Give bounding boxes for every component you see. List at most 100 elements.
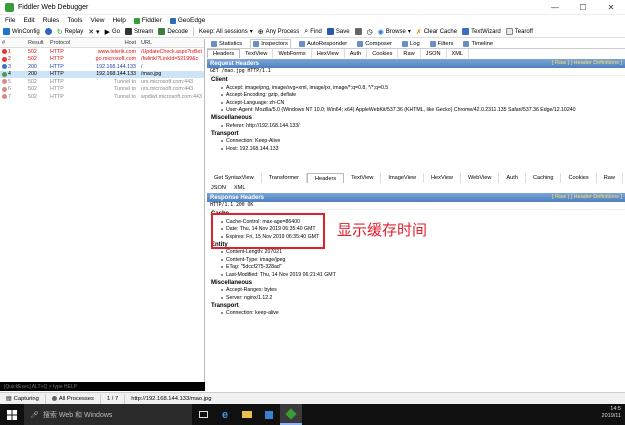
response-tab-auth[interactable]: Auth: [499, 173, 526, 183]
tab-filters[interactable]: Filters: [428, 39, 456, 48]
remove-button[interactable]: ✕ ▾: [88, 28, 99, 36]
response-tab-imageview[interactable]: ImageView: [381, 173, 424, 183]
header-entry[interactable]: User-Agent: Mozilla/5.0 (Windows NT 10.0…: [207, 107, 625, 115]
session-row[interactable]: 3 200 HTTP 192.168.144.133 /: [0, 63, 204, 71]
quickexec-input[interactable]: [QuickExec] ALT+Q > type HELP: [0, 382, 205, 391]
replay-button[interactable]: ↻ Replay: [57, 28, 84, 36]
session-row[interactable]: 6 502 HTTP Tunnel to urs.microsoft.com:443: [0, 86, 204, 94]
tab-log[interactable]: Log: [400, 39, 422, 48]
header-entry[interactable]: Connection: Keep-Alive: [207, 138, 625, 146]
header-entry[interactable]: Accept: image/png, image/svg+xml, image/…: [207, 84, 625, 92]
store-icon[interactable]: [258, 404, 280, 425]
session-row[interactable]: 1 502 HTTP www.telerik.com/UpdateCheck.aspx…: [0, 48, 204, 56]
capturing-toggle[interactable]: ▤ Capturing: [0, 393, 46, 404]
request-tab-auth[interactable]: Auth: [345, 49, 368, 58]
save-button[interactable]: Save: [326, 28, 350, 35]
response-tab-transformer[interactable]: Transformer: [262, 173, 307, 183]
menu-file[interactable]: File: [5, 17, 15, 24]
decode-button[interactable]: Decode: [158, 28, 188, 35]
close-button[interactable]: ✕: [597, 0, 625, 15]
request-tab-hexview[interactable]: HexView: [312, 49, 345, 58]
header-group-miscellaneous[interactable]: Miscellaneous: [207, 114, 625, 122]
tab-timeline[interactable]: Timeline: [461, 39, 495, 48]
menu-rules[interactable]: Rules: [43, 17, 60, 24]
response-tab-json[interactable]: JSON: [207, 183, 230, 192]
header-entry[interactable]: Content-Length: 207021: [207, 249, 625, 257]
response-header-links[interactable]: [ Raw ] [ Header Definitions ]: [552, 194, 622, 200]
textwizard-button[interactable]: TextWizard: [462, 28, 501, 35]
response-tab-raw[interactable]: Raw: [597, 173, 623, 183]
request-tab-textview[interactable]: TextView: [240, 49, 274, 58]
tab-composer[interactable]: Composer: [355, 39, 394, 48]
session-row[interactable]: 4 200 HTTP 192.168.144.133/mao.jpg: [0, 70, 204, 78]
menu-tools[interactable]: Tools: [67, 17, 82, 24]
column-header-result[interactable]: Result: [20, 40, 44, 46]
keep-sessions-dropdown[interactable]: Keep: All sessions ▾: [199, 28, 253, 36]
header-group-transport[interactable]: Transport: [207, 130, 625, 138]
menu-help[interactable]: Help: [112, 17, 125, 24]
header-entry[interactable]: Host: 192.168.144.133: [207, 145, 625, 153]
header-entry[interactable]: Accept-Encoding: gzip, deflate: [207, 92, 625, 100]
taskbar-search[interactable]: 🎤︎ 搜索 Web 和 Windows: [24, 404, 192, 425]
response-tab-webview[interactable]: WebView: [461, 173, 500, 183]
browse-button[interactable]: ◉ Browse ▾: [378, 28, 411, 36]
response-tab-caching[interactable]: Caching: [526, 173, 562, 183]
session-row[interactable]: 5 502 HTTP Tunnel to urs.microsoft.com:443: [0, 78, 204, 86]
header-entry[interactable]: Accept-Language: zh-CN: [207, 99, 625, 107]
header-entry[interactable]: Content-Type: image/jpeg: [207, 256, 625, 264]
menu-geoedge[interactable]: GeoEdge: [169, 17, 205, 24]
response-tab-cookies[interactable]: Cookies: [561, 173, 597, 183]
any-process-button[interactable]: ⊕ Any Process: [258, 28, 300, 36]
header-entry[interactable]: Accept-Ranges: bytes: [207, 287, 625, 295]
file-explorer-icon[interactable]: [236, 404, 258, 425]
tab-inspectors[interactable]: Inspectors: [250, 39, 291, 48]
header-entry[interactable]: ETag: "5dccf275-328ad": [207, 264, 625, 272]
request-tab-webforms[interactable]: WebForms: [273, 49, 312, 58]
minimize-button[interactable]: —: [541, 0, 569, 15]
request-tab-headers[interactable]: Headers: [207, 49, 241, 58]
comment-button[interactable]: [44, 28, 52, 35]
response-tab-hexview[interactable]: HexView: [424, 173, 461, 183]
header-entry[interactable]: Last-Modified: Thu, 14 Nov 2019 06:21:41…: [207, 271, 625, 279]
request-tab-cookies[interactable]: Cookies: [367, 49, 399, 58]
response-tab-headers[interactable]: Headers: [306, 173, 345, 183]
response-tab-xml[interactable]: XML: [230, 183, 250, 192]
process-filter[interactable]: All Processes: [46, 393, 101, 404]
header-entry[interactable]: Referer: http://192.168.144.133/: [207, 122, 625, 130]
session-row[interactable]: 7 502 HTTP Tunnel to wpdiwt.microsoft.com:44…: [0, 93, 204, 101]
menu-fiddler[interactable]: Fiddler: [133, 17, 162, 24]
start-button[interactable]: [0, 404, 24, 425]
screenshot-button[interactable]: [354, 28, 362, 35]
header-group-miscellaneous[interactable]: Miscellaneous: [207, 279, 625, 287]
column-header-url[interactable]: URL: [138, 40, 204, 46]
clear-cache-button[interactable]: ✗ Clear Cache: [416, 28, 457, 36]
request-tab-json[interactable]: JSON: [421, 49, 447, 58]
header-entry[interactable]: Connection: keep-alive: [207, 310, 625, 318]
session-row[interactable]: 2 502 HTTP go.microsoft.com/fwlink/?LinkId=…: [0, 56, 204, 64]
column-header-protocol[interactable]: Protocol: [44, 40, 82, 46]
winconfig-button[interactable]: WinConfig: [3, 28, 40, 35]
task-view-icon[interactable]: [192, 404, 214, 425]
header-group-transport[interactable]: Transport: [207, 302, 625, 310]
column-header-host[interactable]: Host: [82, 40, 138, 46]
maximize-button[interactable]: ☐: [569, 0, 597, 15]
header-group-client[interactable]: Client: [207, 76, 625, 84]
go-button[interactable]: ▶ Go: [105, 28, 120, 36]
stream-button[interactable]: Stream: [124, 28, 153, 35]
fiddler-taskbar-icon[interactable]: [280, 404, 302, 425]
request-tab-raw[interactable]: Raw: [398, 49, 421, 58]
timer-button[interactable]: ◷: [367, 28, 373, 36]
request-header-links[interactable]: [ Raw ] [ Header Definitions ]: [552, 60, 622, 66]
find-button[interactable]: ⌕ Find: [304, 28, 322, 36]
menu-view[interactable]: View: [91, 17, 105, 24]
request-tab-xml[interactable]: XML: [447, 49, 470, 58]
tearoff-button[interactable]: Tearoff: [505, 28, 533, 35]
column-header-number[interactable]: #: [0, 40, 20, 46]
edge-icon[interactable]: e: [214, 404, 236, 425]
header-entry[interactable]: Server: nginx/1.12.2: [207, 294, 625, 302]
tab-autoresponder[interactable]: AutoResponder: [297, 39, 349, 48]
menu-edit[interactable]: Edit: [23, 17, 34, 24]
response-tab-get-syntaxview[interactable]: Get SyntaxView: [207, 173, 262, 183]
system-clock[interactable]: 14:5 2019/11: [602, 406, 621, 420]
tab-statistics[interactable]: Statistics: [209, 39, 244, 48]
